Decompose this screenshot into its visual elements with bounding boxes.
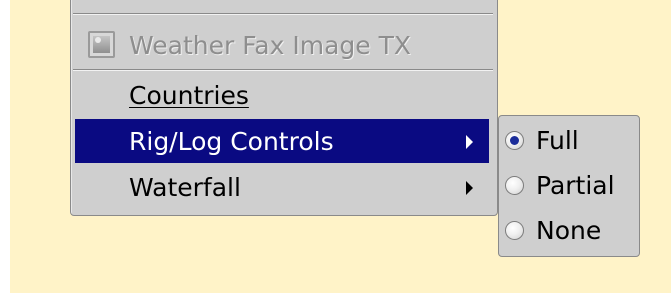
submenu-item-label: Full (536, 125, 579, 155)
submenu-item-partial[interactable]: Partial (505, 165, 633, 205)
menu-item-weather-fax-image-tx[interactable]: Weather Fax Image TX (75, 23, 489, 67)
menu-item-label: Countries (129, 80, 249, 110)
popup-menu: Weather Fax Image TX Countries Rig/Log C… (70, 0, 498, 216)
submenu-item-none[interactable]: None (505, 210, 633, 250)
radio-unchecked-icon (505, 175, 524, 195)
menu-item-waterfall[interactable]: Waterfall (75, 165, 489, 209)
menu-item-label: Waterfall (129, 172, 241, 202)
menu-item-rig-log-controls[interactable]: Rig/Log Controls (75, 119, 489, 163)
image-icon (88, 31, 115, 58)
submenu-item-label: None (536, 215, 602, 245)
radio-checked-icon (505, 130, 524, 150)
menu-item-label: Rig/Log Controls (129, 126, 334, 156)
radio-unchecked-icon (505, 220, 524, 240)
submenu-arrow-icon (466, 181, 473, 195)
rig-log-controls-submenu: Full Partial None (498, 115, 640, 257)
menu-separator (73, 13, 493, 15)
submenu-item-label: Partial (536, 170, 615, 200)
bottom-border (0, 293, 671, 298)
submenu-item-full[interactable]: Full (505, 120, 633, 160)
submenu-arrow-icon (466, 135, 473, 149)
menu-item-countries[interactable]: Countries (75, 73, 489, 117)
menu-item-label: Weather Fax Image TX (129, 30, 411, 60)
menu-separator (73, 69, 493, 71)
